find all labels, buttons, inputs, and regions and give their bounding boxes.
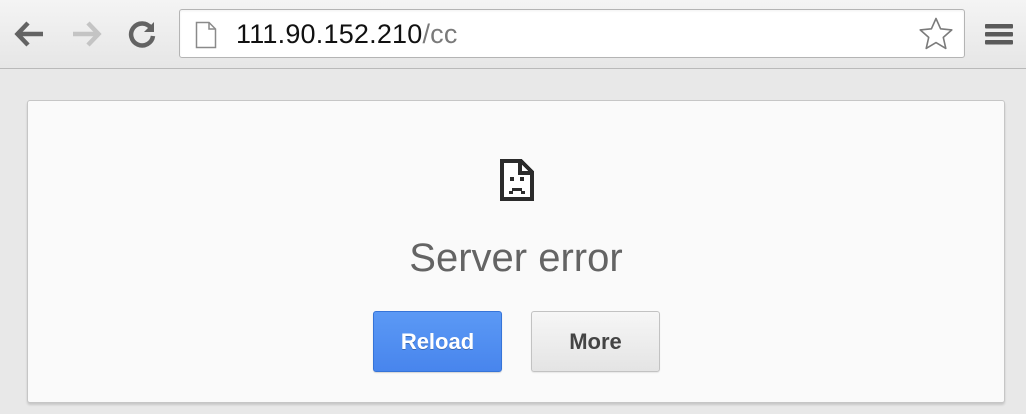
url-path: /cc bbox=[422, 19, 458, 49]
menu-button[interactable] bbox=[979, 14, 1019, 54]
more-button[interactable]: More bbox=[531, 311, 660, 372]
back-button[interactable] bbox=[10, 14, 50, 54]
star-icon[interactable] bbox=[918, 16, 954, 52]
page-icon bbox=[195, 21, 217, 49]
address-bar[interactable]: 111.90.152.210/cc bbox=[179, 9, 965, 58]
forward-button[interactable] bbox=[66, 14, 106, 54]
url-host: 111.90.152.210 bbox=[236, 19, 423, 49]
browser-toolbar: 111.90.152.210/cc bbox=[0, 0, 1026, 69]
url-text[interactable]: 111.90.152.210/cc bbox=[236, 17, 458, 51]
reload-icon bbox=[128, 21, 156, 48]
error-card: Server error Reload More bbox=[27, 100, 1005, 403]
arrow-left-icon bbox=[14, 21, 43, 47]
reload-nav-button[interactable] bbox=[122, 14, 162, 54]
arrow-right-icon bbox=[73, 21, 102, 47]
sad-page-icon bbox=[500, 159, 534, 201]
reload-button[interactable]: Reload bbox=[373, 311, 502, 372]
hamburger-menu-icon bbox=[985, 24, 1013, 45]
error-title: Server error bbox=[409, 236, 623, 280]
